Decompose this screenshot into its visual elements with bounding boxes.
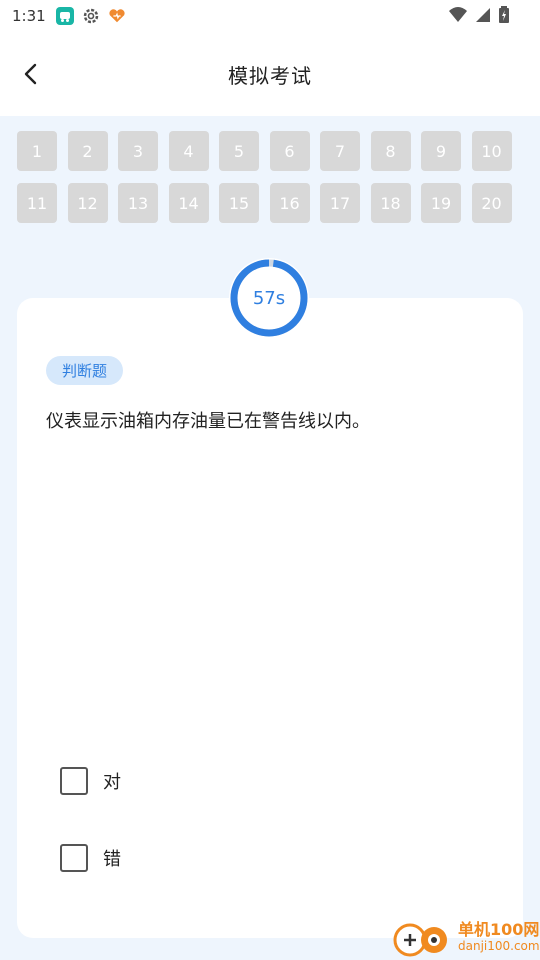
question-number-button[interactable]: 10 <box>471 131 512 171</box>
checkbox[interactable] <box>60 767 88 795</box>
settings-icon <box>82 7 100 25</box>
main-area: 1 2 3 4 5 6 7 8 9 10 11 12 13 14 15 16 17 18 19 20 <box>0 116 540 960</box>
checkbox[interactable] <box>60 844 88 872</box>
timer-label: 57s <box>252 287 286 309</box>
app-notification-icon <box>55 7 74 25</box>
signal-icon <box>474 6 492 28</box>
question-number-button[interactable]: 7 <box>320 131 360 171</box>
question-number-button[interactable]: 19 <box>421 183 461 223</box>
question-text: 仪表显示油箱内存油量已在警告线以内。 <box>46 411 370 432</box>
question-number-button[interactable]: 4 <box>168 131 209 171</box>
wifi-icon <box>448 6 468 28</box>
page-title: 模拟考试 <box>228 63 312 88</box>
question-number-button[interactable]: 15 <box>219 183 259 223</box>
question-number-button[interactable]: 14 <box>168 183 209 223</box>
watermark-title: 单机100网 <box>458 920 540 939</box>
watermark-logo <box>392 918 454 958</box>
watermark: 单机100网 danji100.com <box>392 916 540 960</box>
question-card <box>17 298 523 938</box>
question-number-button[interactable]: 20 <box>471 183 512 223</box>
battery-icon <box>498 6 510 28</box>
status-time: 1:31 <box>12 7 46 25</box>
question-number-button[interactable]: 2 <box>67 131 108 171</box>
question-type-badge: 判断题 <box>46 356 124 385</box>
question-number-button[interactable]: 17 <box>320 183 360 223</box>
question-number-button[interactable]: 18 <box>370 183 411 223</box>
question-number-button[interactable]: 12 <box>67 183 108 223</box>
question-number-button[interactable]: 13 <box>118 183 158 223</box>
chevron-left-icon <box>24 63 37 85</box>
back-button[interactable] <box>16 59 46 89</box>
question-number-button[interactable]: 1 <box>17 131 57 171</box>
question-number-button[interactable]: 6 <box>269 131 310 171</box>
question-number-button[interactable]: 9 <box>421 131 461 171</box>
option-label: 错 <box>103 849 121 870</box>
status-indicators <box>448 6 510 28</box>
heart-app-icon <box>108 7 126 25</box>
option-label: 对 <box>103 772 121 793</box>
option-true[interactable]: 对 <box>60 766 121 796</box>
question-number-button[interactable]: 16 <box>269 183 310 223</box>
status-bar: 1:31 <box>0 0 540 32</box>
question-nav-grid: 1 2 3 4 5 6 7 8 9 10 11 12 13 14 15 16 17 18 19 20 <box>17 131 517 223</box>
countdown-timer: 57s <box>229 258 309 338</box>
question-number-button[interactable]: 8 <box>370 131 411 171</box>
option-false[interactable]: 错 <box>60 843 121 873</box>
watermark-url: danji100.com <box>458 939 540 953</box>
question-number-button[interactable]: 3 <box>118 131 158 171</box>
question-number-button[interactable]: 11 <box>17 183 57 223</box>
question-number-button[interactable]: 5 <box>219 131 259 171</box>
header-bar: 模拟考试 <box>0 32 540 116</box>
